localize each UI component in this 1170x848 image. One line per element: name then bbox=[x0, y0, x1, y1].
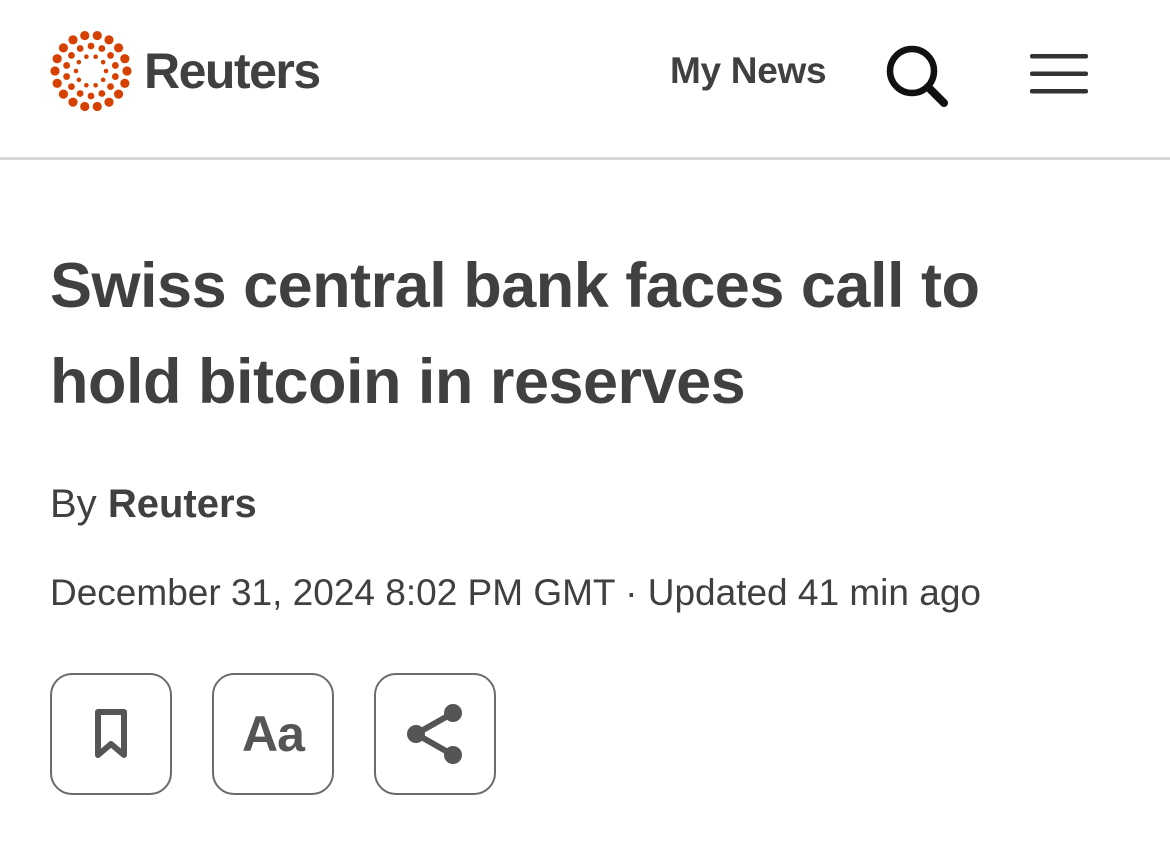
bookmark-button[interactable] bbox=[50, 673, 172, 795]
logo-dot bbox=[50, 66, 60, 76]
logo-dot bbox=[107, 52, 114, 59]
reuters-logo[interactable]: Reuters bbox=[50, 30, 321, 112]
logo-dot bbox=[68, 35, 78, 45]
reuters-logo-icon bbox=[50, 30, 132, 112]
logo-dot bbox=[107, 83, 114, 90]
logo-dot bbox=[63, 62, 71, 69]
logo-dot bbox=[84, 54, 89, 60]
menu-button[interactable] bbox=[1030, 53, 1088, 95]
byline: By Reuters bbox=[50, 482, 257, 527]
logo-dot bbox=[63, 73, 71, 80]
logo-dot bbox=[52, 78, 62, 88]
byline-prefix: By bbox=[50, 482, 97, 526]
logo-dot bbox=[120, 54, 130, 64]
logo-dot bbox=[92, 101, 102, 112]
search-icon bbox=[886, 45, 948, 107]
logo-dot bbox=[120, 78, 130, 88]
logo-dot bbox=[76, 90, 84, 97]
logo-dot bbox=[93, 54, 98, 60]
logo-dot bbox=[76, 59, 82, 65]
logo-dot bbox=[122, 66, 132, 76]
logo-dot bbox=[87, 42, 95, 50]
article-headline: Swiss central bank faces call to hold bi… bbox=[50, 251, 980, 417]
logo-dot bbox=[113, 89, 124, 99]
logo-dot bbox=[73, 68, 79, 74]
logo-dot bbox=[80, 101, 90, 112]
text-size-button[interactable]: Aa bbox=[212, 673, 334, 795]
my-news-link[interactable]: My News bbox=[670, 50, 827, 92]
author-link[interactable]: Reuters bbox=[108, 482, 257, 526]
logo-dot bbox=[58, 89, 69, 99]
logo-dot bbox=[93, 82, 98, 88]
logo-dot bbox=[68, 83, 75, 90]
logo-dot bbox=[87, 92, 95, 100]
logo-text: Reuters bbox=[144, 43, 321, 99]
logo-dot bbox=[80, 30, 90, 41]
logo-dot bbox=[111, 73, 119, 80]
logo-dot bbox=[84, 82, 89, 88]
logo-dot bbox=[98, 90, 106, 97]
logo-dot bbox=[100, 59, 106, 65]
site-header: Reuters My News bbox=[0, 0, 1170, 160]
logo-dot bbox=[68, 97, 78, 107]
logo-dot bbox=[52, 54, 62, 64]
hamburger-menu-icon bbox=[1030, 54, 1088, 94]
logo-dot bbox=[76, 77, 82, 83]
text-size-label: Aa bbox=[242, 706, 305, 762]
bookmark-icon bbox=[95, 709, 127, 758]
logo-dot bbox=[111, 62, 119, 69]
logo-dot bbox=[103, 68, 109, 74]
article-dateline: December 31, 2024 8:02 PM GMT · Updated … bbox=[50, 572, 981, 613]
logo-dot bbox=[58, 43, 69, 53]
share-button[interactable] bbox=[374, 673, 496, 795]
search-button[interactable] bbox=[883, 42, 951, 110]
logo-dot bbox=[68, 52, 75, 59]
logo-dot bbox=[98, 45, 106, 52]
logo-dot bbox=[113, 43, 124, 53]
logo-dot bbox=[92, 30, 102, 41]
logo-dot bbox=[100, 77, 106, 83]
logo-dot bbox=[104, 97, 114, 107]
article-actions: Aa bbox=[50, 673, 496, 795]
logo-dot bbox=[76, 45, 84, 52]
share-icon bbox=[407, 704, 462, 764]
logo-dot bbox=[104, 35, 114, 45]
